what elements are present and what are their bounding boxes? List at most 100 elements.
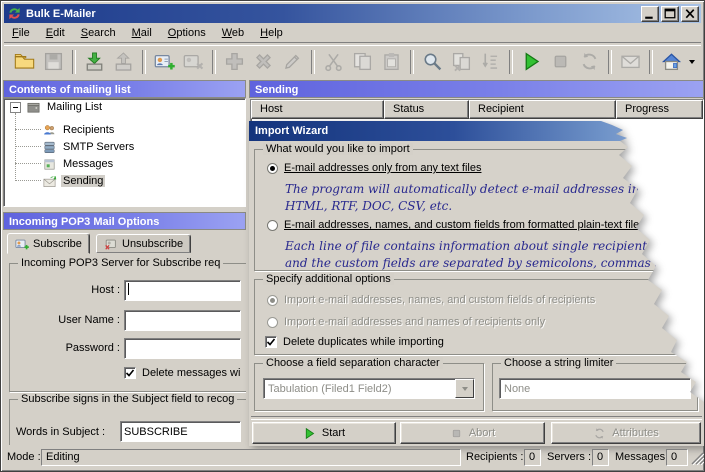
- copy-button: [348, 48, 377, 76]
- tree-item-smtp-servers[interactable]: SMTP Servers: [42, 139, 136, 155]
- save-button: [39, 48, 68, 76]
- delete-button: [249, 48, 278, 76]
- tree-item-sending[interactable]: Sending: [42, 173, 105, 189]
- sending-panel-header: Sending: [249, 80, 704, 98]
- mailing-list-icon: [26, 100, 41, 115]
- mailing-list-panel-header: Contents of mailing list: [3, 80, 246, 98]
- import-wizard-title: Import Wizard: [249, 121, 704, 141]
- import-wizard-body: Import Wizard What would you like to imp…: [249, 121, 704, 446]
- toolbar-separator: [72, 50, 76, 74]
- menu-search[interactable]: Search: [73, 25, 124, 41]
- status-bar: Mode : Editing Recipients : 0 Servers : …: [3, 448, 704, 468]
- tree-item-recipients[interactable]: Recipients: [42, 122, 116, 138]
- option-formatted-row: E-mail addresses, names, and custom fiel…: [267, 219, 645, 231]
- delete-messages-row: Delete messages wi: [124, 367, 240, 379]
- column-header-status[interactable]: Status: [384, 100, 469, 119]
- mode-label: Mode :: [7, 451, 41, 463]
- menu-web[interactable]: Web: [214, 25, 252, 41]
- wizard-divider: [251, 416, 702, 420]
- password-input[interactable]: [124, 338, 241, 359]
- send-mail-button: [616, 48, 645, 76]
- tree-connector: [15, 163, 41, 164]
- maximize-button[interactable]: [661, 6, 679, 22]
- import-names-label: Import e-mail addresses and names of rec…: [284, 316, 545, 328]
- minimize-button[interactable]: [641, 6, 659, 22]
- menu-options[interactable]: Options: [160, 25, 214, 41]
- menu-help[interactable]: Help: [252, 25, 291, 41]
- toolbar-separator: [212, 50, 216, 74]
- home-button[interactable]: [657, 48, 686, 76]
- check-icon: [125, 368, 135, 378]
- tab-subscribe[interactable]: Subscribe: [7, 233, 90, 254]
- column-header-host[interactable]: Host: [251, 100, 384, 119]
- tree-connector: [15, 146, 41, 147]
- words-in-subject-label: Words in Subject :: [16, 426, 105, 438]
- subject-signs-group: Subscribe signs in the Subject field to …: [9, 399, 246, 445]
- option-formatted-radio[interactable]: [267, 220, 278, 231]
- tab-unsubscribe-label: Unsubscribe: [122, 238, 183, 250]
- pop3-options-panel: Incoming POP3 Mail Options Subscribe Uns…: [3, 212, 246, 445]
- recipients-count: 0: [524, 449, 541, 466]
- tree-item-label: Messages: [61, 158, 115, 170]
- option-formatted-description-line1: Each line of file contains information a…: [285, 239, 705, 253]
- column-header-progress[interactable]: Progress: [616, 100, 703, 119]
- edit-button: [278, 48, 307, 76]
- menu-file[interactable]: File: [4, 25, 38, 41]
- import-button[interactable]: [80, 48, 109, 76]
- stop-button: [546, 48, 575, 76]
- subject-signs-group-label: Subscribe signs in the Subject field to …: [18, 393, 237, 405]
- wizard-start-label: Start: [322, 427, 345, 439]
- separator-combobox-value: Tabulation (Filed1 Field2): [264, 383, 455, 395]
- pop3-server-group: Incoming POP3 Server for Subscribe req H…: [9, 263, 246, 392]
- option-any-text-description-line1: The program will automatically detect e-…: [285, 182, 705, 196]
- tab-subscribe-label: Subscribe: [33, 238, 82, 250]
- host-label: Host :: [30, 284, 120, 296]
- wizard-attributes-label: Attributes: [612, 427, 658, 439]
- mailing-list-tree: Mailing List Recipients SMTP Servers Mes…: [3, 98, 246, 207]
- dedupe-label: Delete duplicates while importing: [283, 336, 444, 348]
- pop3-server-group-label: Incoming POP3 Server for Subscribe req: [18, 257, 223, 269]
- toolbar-separator: [410, 50, 414, 74]
- import-wizard-window: Import Wizard What would you like to imp…: [249, 121, 704, 446]
- app-window: Bulk E-Mailer File Edit Search Mail Opti…: [0, 0, 705, 472]
- words-in-subject-input[interactable]: [120, 421, 241, 442]
- tab-unsubscribe[interactable]: Unsubscribe: [96, 234, 191, 253]
- separator-group: Choose a field separation character Tabu…: [254, 363, 484, 411]
- tree-expander[interactable]: [10, 102, 21, 113]
- wizard-start-button[interactable]: Start: [252, 422, 396, 444]
- servers-count: 0: [592, 449, 609, 466]
- tree-item-mailing-list[interactable]: Mailing List: [26, 99, 104, 115]
- add-contact-button[interactable]: [150, 48, 179, 76]
- additional-options-group: Specify additional options Import e-mail…: [254, 279, 698, 355]
- dedupe-checkbox[interactable]: [265, 336, 277, 348]
- user-name-input[interactable]: [124, 310, 241, 331]
- toolbar-separator: [509, 50, 513, 74]
- column-header-recipient[interactable]: Recipient: [469, 100, 616, 119]
- unsubscribe-tab-icon: [104, 237, 118, 251]
- text-caret: [128, 283, 129, 295]
- start-button[interactable]: [517, 48, 546, 76]
- abort-icon: [450, 427, 463, 440]
- tree-connector: [15, 180, 41, 181]
- app-icon: [7, 6, 22, 21]
- servers-label: Servers :: [547, 451, 591, 463]
- delete-messages-checkbox[interactable]: [124, 367, 136, 379]
- user-name-label: User Name :: [30, 314, 120, 326]
- open-button[interactable]: [10, 48, 39, 76]
- host-input[interactable]: [124, 280, 241, 301]
- menu-edit[interactable]: Edit: [38, 25, 73, 41]
- pop3-panel-header: Incoming POP3 Mail Options: [3, 212, 246, 230]
- refresh-button: [575, 48, 604, 76]
- cut-button: [319, 48, 348, 76]
- check-icon: [266, 337, 276, 347]
- menu-mail[interactable]: Mail: [124, 25, 160, 41]
- tree-item-messages[interactable]: Messages: [42, 156, 115, 172]
- option-any-text-radio[interactable]: [267, 163, 278, 174]
- find-button[interactable]: [418, 48, 447, 76]
- close-button[interactable]: [681, 6, 699, 22]
- limiter-group-label: Choose a string limiter: [501, 357, 616, 369]
- home-dropdown-arrow[interactable]: [689, 60, 695, 64]
- resize-grip[interactable]: [691, 452, 704, 465]
- password-label: Password :: [30, 342, 120, 354]
- paste-button: [377, 48, 406, 76]
